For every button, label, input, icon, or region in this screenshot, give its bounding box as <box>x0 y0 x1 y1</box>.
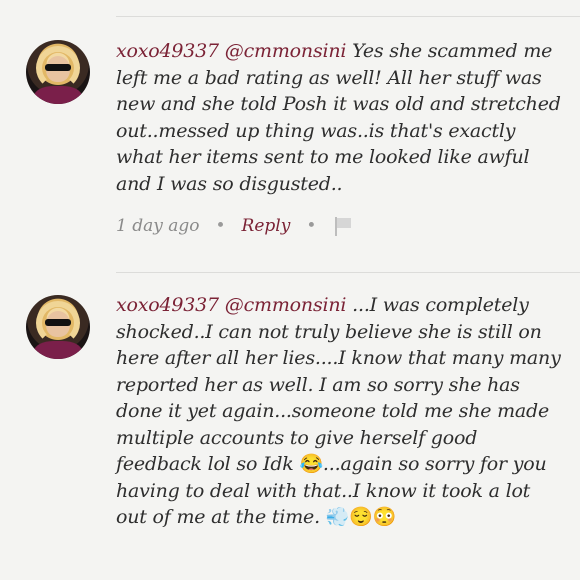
wind-emoji-icon: 💨 <box>325 506 350 528</box>
flushed-emoji-icon: 😳 <box>372 506 397 528</box>
comment-divider <box>116 272 580 273</box>
top-divider <box>116 16 580 17</box>
separator-dot: • <box>215 216 226 236</box>
reply-button[interactable]: Reply <box>242 216 291 236</box>
comment-body: ...I was completely shocked..I can not t… <box>116 294 561 475</box>
comment-meta: 1 day ago • Reply • <box>116 216 352 236</box>
comment-text: xoxo49337 @cmmonsini ...I was completely… <box>116 292 566 531</box>
flag-icon[interactable] <box>332 216 352 236</box>
relieved-emoji-icon: 😌 <box>349 506 373 528</box>
avatar[interactable] <box>26 40 90 104</box>
mention-link[interactable]: @cmmonsini <box>225 40 347 62</box>
mention-link[interactable]: @cmmonsini <box>225 294 347 316</box>
timestamp: 1 day ago <box>116 216 200 236</box>
laughing-emoji-icon: 😂 <box>299 453 323 475</box>
separator-dot: • <box>306 216 317 236</box>
username-link[interactable]: xoxo49337 <box>116 40 219 62</box>
avatar[interactable] <box>26 295 90 359</box>
comment-text: xoxo49337 @cmmonsini Yes she scammed me … <box>116 38 566 197</box>
username-link[interactable]: xoxo49337 <box>116 294 219 316</box>
comment-body: Yes she scammed me left me a bad rating … <box>116 40 561 195</box>
